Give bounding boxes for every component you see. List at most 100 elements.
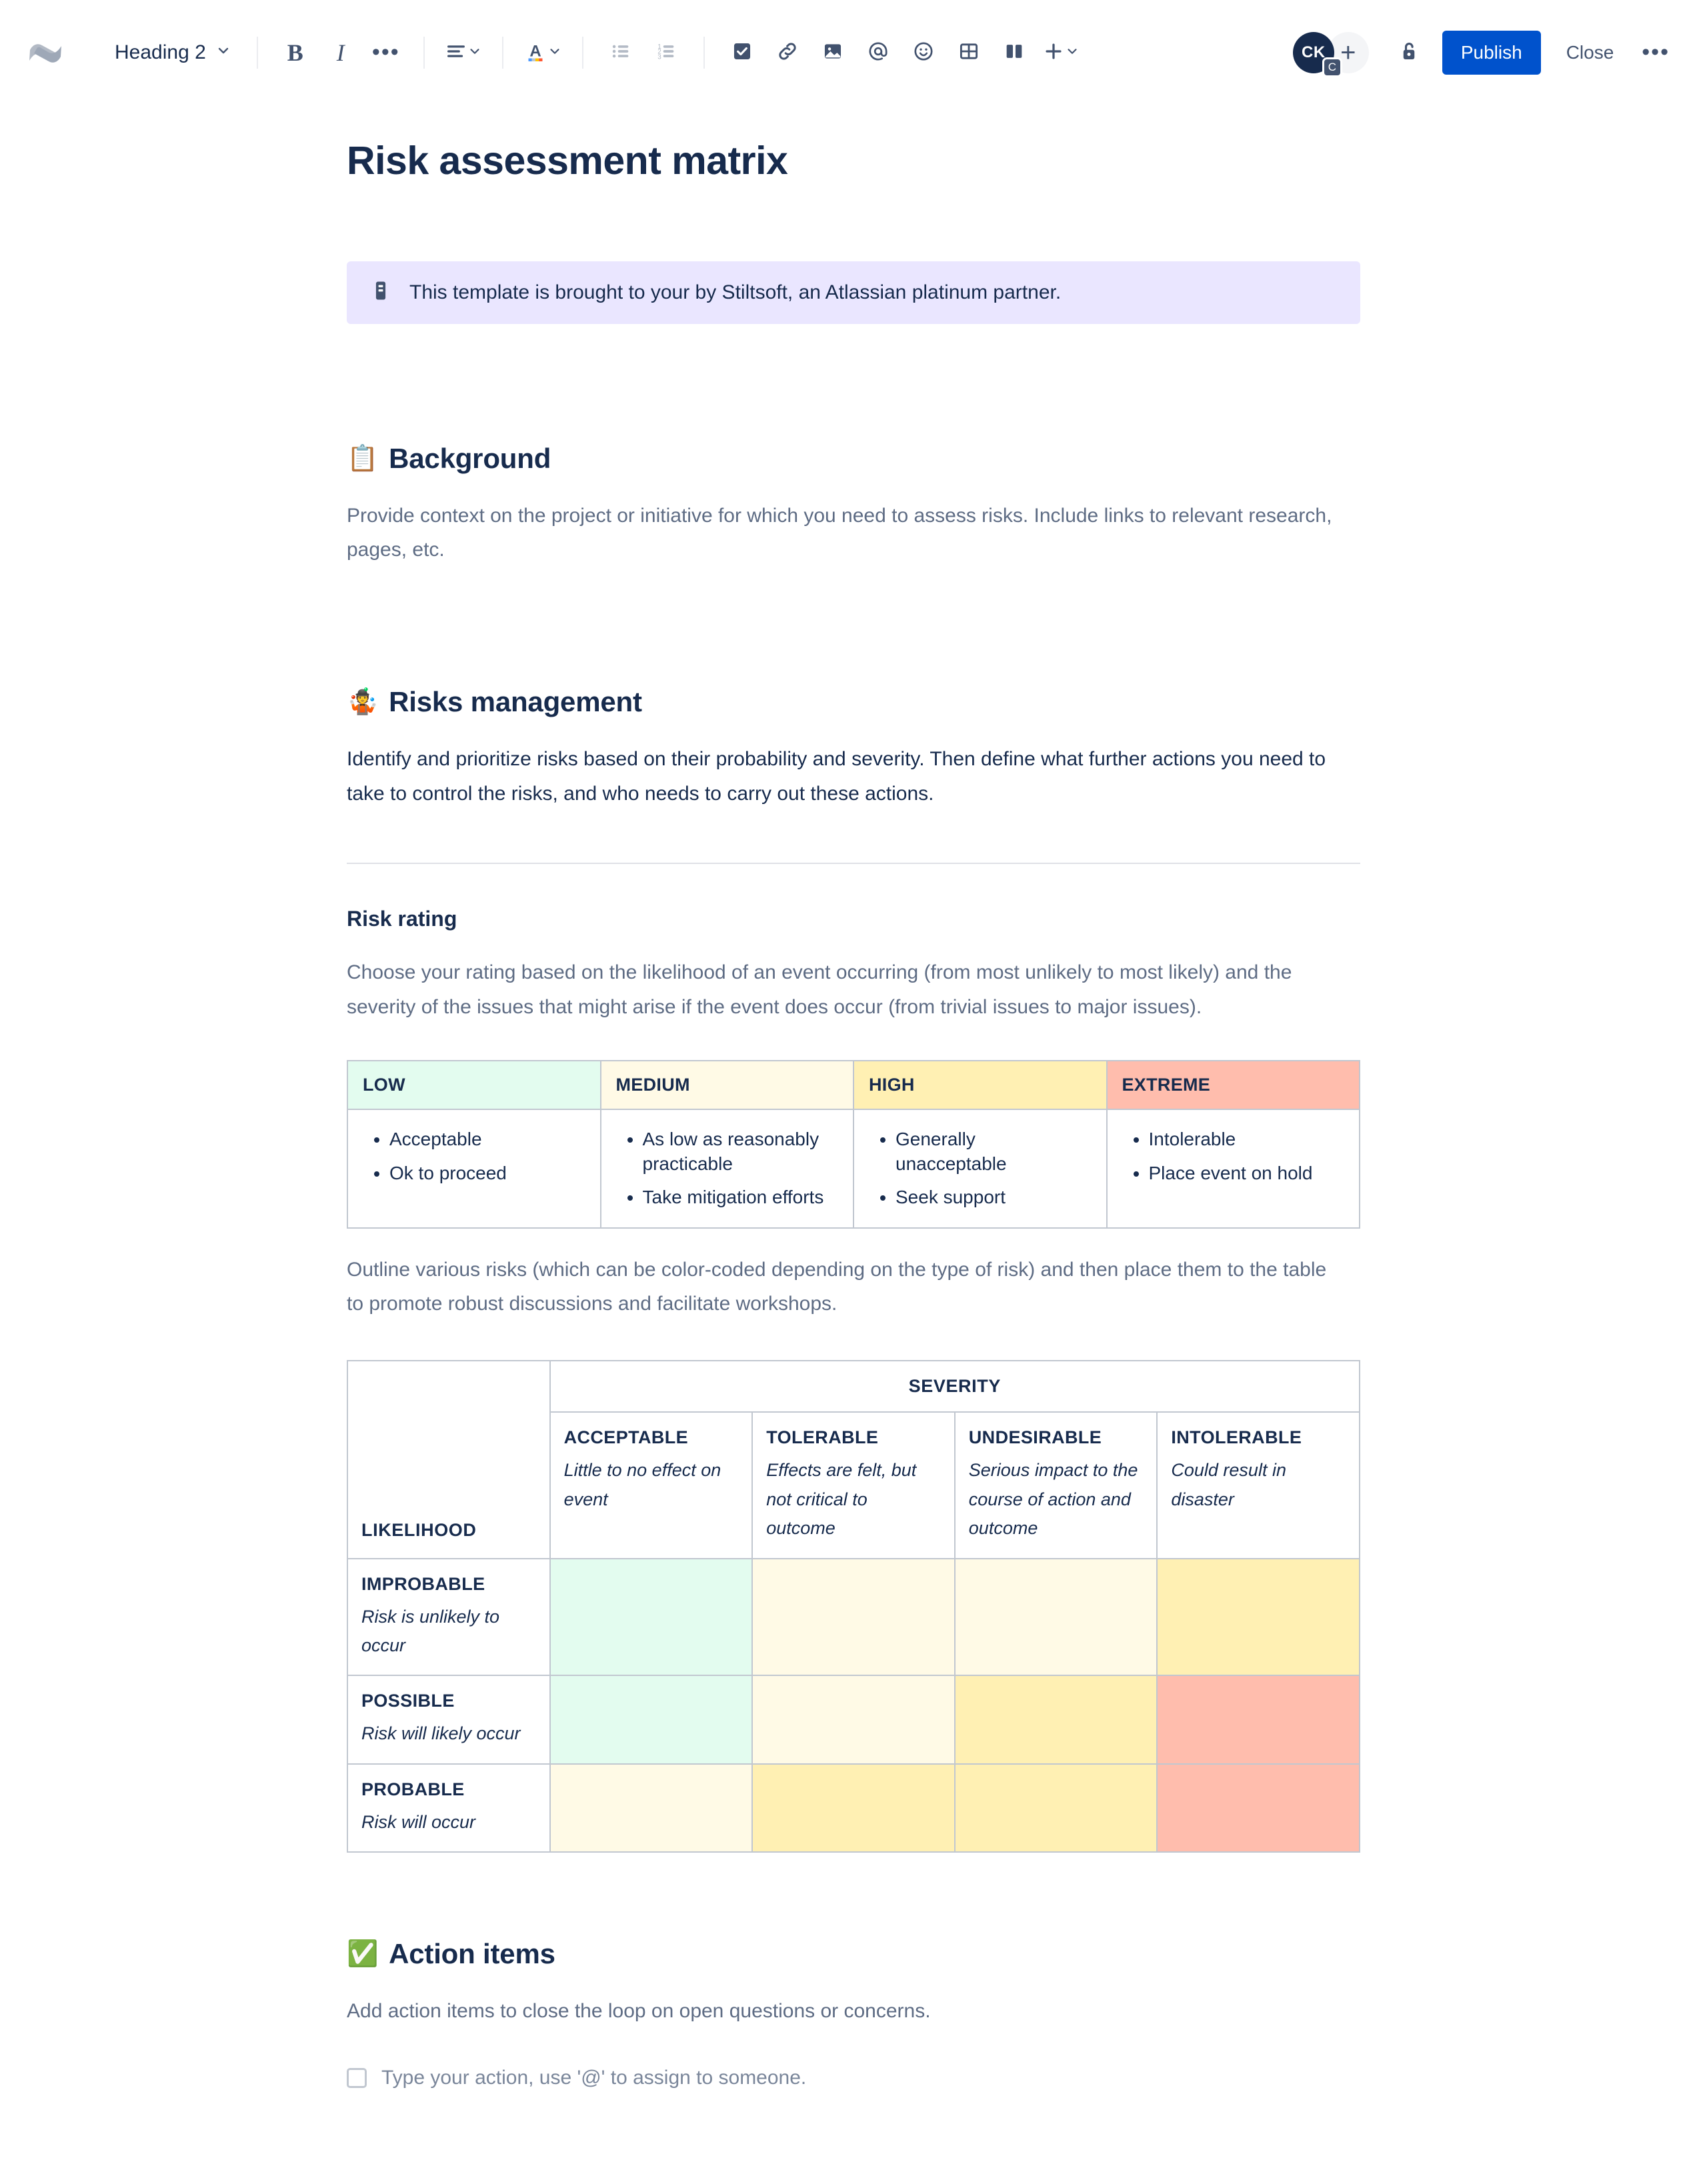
image-button[interactable] xyxy=(810,30,856,75)
italic-icon: I xyxy=(336,39,345,66)
numbered-list-button[interactable]: 1 2 3 xyxy=(643,30,689,75)
matrix-cell[interactable] xyxy=(549,1763,753,1853)
close-button[interactable]: Close xyxy=(1552,31,1629,75)
ellipsis-icon: ••• xyxy=(371,39,400,65)
text-color-icon: A xyxy=(523,39,547,67)
risks-paragraph[interactable]: Identify and prioritize risks based on t… xyxy=(347,742,1347,811)
toolbar-divider xyxy=(501,37,503,69)
chevron-down-icon xyxy=(547,44,562,62)
matrix-column-desc: Serious impact to the course of action a… xyxy=(968,1459,1138,1539)
matrix-column-header: TOLERABLE Effects are felt, but not criti… xyxy=(751,1411,956,1559)
link-button[interactable] xyxy=(765,30,810,75)
mention-at-icon xyxy=(867,40,890,66)
matrix-cell[interactable] xyxy=(1156,1557,1360,1677)
toolbar-divider xyxy=(581,37,583,69)
section-heading-background[interactable]: 📋 Background xyxy=(347,443,1360,475)
matrix-cell[interactable] xyxy=(954,1557,1158,1677)
info-panel-text: This template is brought to your by Stil… xyxy=(409,281,1062,303)
bold-button[interactable]: B xyxy=(273,30,318,75)
subheading-risk-rating[interactable]: Risk rating xyxy=(347,907,1360,931)
rating-items-cell[interactable]: Intolerable Place event on hold xyxy=(1106,1109,1360,1229)
text-style-label: Heading 2 xyxy=(115,41,206,63)
rating-item-list: Acceptable Ok to proceed xyxy=(363,1127,585,1185)
matrix-cell[interactable] xyxy=(1156,1763,1360,1853)
matrix-cell[interactable] xyxy=(751,1675,956,1765)
insert-button[interactable] xyxy=(1037,30,1085,75)
svg-text:3: 3 xyxy=(657,53,661,61)
table-icon xyxy=(958,40,980,66)
background-paragraph[interactable]: Provide context on the project or initia… xyxy=(347,499,1347,567)
matrix-cell[interactable] xyxy=(954,1675,1158,1765)
section-heading-action-items[interactable]: ✅ Action items xyxy=(347,1938,1360,1970)
matrix-row-header: PROBABLE Risk will occur xyxy=(347,1763,551,1853)
table-row-items: Acceptable Ok to proceed As low as reasona… xyxy=(347,1109,1360,1229)
more-options-button[interactable]: ••• xyxy=(1628,31,1683,75)
restrictions-button[interactable] xyxy=(1386,30,1432,75)
chevron-down-icon xyxy=(467,44,482,62)
publish-button[interactable]: Publish xyxy=(1442,31,1541,75)
rating-items-cell[interactable]: Acceptable Ok to proceed xyxy=(347,1109,601,1229)
action-item-row[interactable]: Type your action, use '@' to assign to s… xyxy=(347,2067,1360,2089)
check-mark-emoji-icon: ✅ xyxy=(347,1939,379,1968)
toolbar-divider xyxy=(423,37,425,69)
rating-item-list: Intolerable Place event on hold xyxy=(1122,1127,1345,1185)
avatar-initials: CK xyxy=(1302,43,1326,61)
rating-items-cell[interactable]: As low as reasonably practicable Take mit… xyxy=(599,1109,854,1229)
table-button[interactable] xyxy=(946,30,992,75)
text-style-selector[interactable]: Heading 2 xyxy=(104,30,242,75)
page-layout-button[interactable] xyxy=(992,30,1037,75)
heading-text: Background xyxy=(389,442,551,474)
task-button[interactable] xyxy=(719,30,765,75)
page-title[interactable]: Risk assessment matrix xyxy=(347,139,1360,184)
matrix-row: POSSIBLE Risk will likely occur xyxy=(347,1675,1360,1765)
matrix-cell[interactable] xyxy=(954,1763,1158,1853)
risk-matrix-table[interactable]: LIKELIHOOD SEVERITY ACCEPTABLE Little to … xyxy=(347,1359,1361,1853)
matrix-severity-header: SEVERITY xyxy=(549,1359,1361,1413)
italic-button[interactable]: I xyxy=(318,30,363,75)
action-items-paragraph[interactable]: Add action items to close the loop on op… xyxy=(347,1994,1347,2029)
matrix-row-desc: Risk is unlikely to occur xyxy=(361,1606,500,1656)
risk-rating-table[interactable]: LOWMEDIUMHIGHEXTREME Acceptable Ok to pro… xyxy=(347,1060,1360,1229)
bullet-list-icon xyxy=(609,40,632,66)
matrix-column-desc: Could result in disaster xyxy=(1171,1459,1286,1509)
matrix-cell[interactable] xyxy=(751,1763,956,1853)
matrix-column-header: INTOLERABLE Could result in disaster xyxy=(1156,1411,1360,1559)
heading-text: Action items xyxy=(389,1937,555,1969)
emoji-button[interactable] xyxy=(901,30,946,75)
chevron-down-icon xyxy=(215,41,231,64)
risk-rating-paragraph[interactable]: Choose your rating based on the likeliho… xyxy=(347,955,1347,1024)
image-icon xyxy=(821,40,844,66)
matrix-row-title: IMPROBABLE xyxy=(361,1573,485,1594)
info-panel[interactable]: This template is brought to your by Stil… xyxy=(347,261,1360,324)
action-placeholder[interactable]: Type your action, use '@' to assign to s… xyxy=(381,2067,806,2089)
matrix-cell[interactable] xyxy=(549,1675,753,1765)
avatar-badge: C xyxy=(1322,57,1342,77)
matrix-cell[interactable] xyxy=(751,1557,956,1677)
action-checkbox[interactable] xyxy=(347,2068,367,2089)
matrix-cell[interactable] xyxy=(1156,1675,1360,1765)
text-align-button[interactable] xyxy=(439,30,487,75)
plus-icon xyxy=(1042,40,1065,66)
matrix-row-title: PROBABLE xyxy=(361,1779,465,1799)
rating-header-cell: HIGH xyxy=(853,1060,1108,1111)
page-info-icon xyxy=(369,279,392,305)
mention-button[interactable] xyxy=(856,30,901,75)
confluence-logo-icon[interactable] xyxy=(27,34,64,71)
bold-icon: B xyxy=(287,39,303,66)
document-body: Risk assessment matrix This template is … xyxy=(347,105,1361,2089)
section-heading-risks-management[interactable]: 🤹 Risks management xyxy=(347,686,1360,718)
text-color-button[interactable]: A xyxy=(518,30,567,75)
more-formatting-button[interactable]: ••• xyxy=(363,30,409,75)
bullet-list-button[interactable] xyxy=(598,30,643,75)
table-row-headers: LOW MEDIUM HIGH EXTREME xyxy=(347,1060,1360,1111)
juggler-emoji-icon: 🤹 xyxy=(347,688,379,717)
list-item: Take mitigation efforts xyxy=(643,1185,839,1209)
matrix-cell[interactable] xyxy=(549,1557,753,1677)
matrix-column-header: UNDESIRABLE Serious impact to the course … xyxy=(954,1411,1158,1559)
emoji-smiley-icon xyxy=(912,40,935,66)
rating-items-cell[interactable]: Generally unacceptable Seek support xyxy=(853,1109,1108,1229)
outline-paragraph[interactable]: Outline various risks (which can be colo… xyxy=(347,1253,1347,1321)
collaborators: CK C + xyxy=(1292,32,1369,77)
editor-toolbar: Heading 2 B I ••• A 1 2 3 CK C + Publish… xyxy=(0,0,1707,105)
